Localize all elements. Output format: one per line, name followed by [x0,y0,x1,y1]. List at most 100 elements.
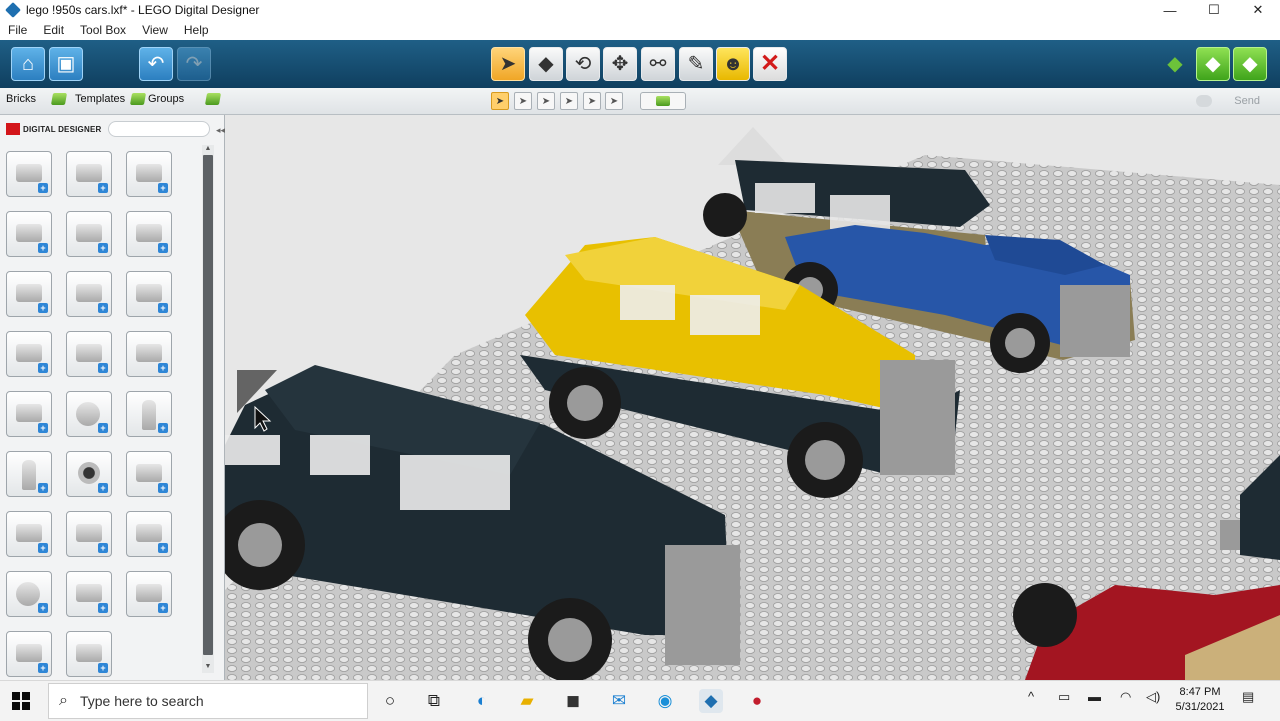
undo-button[interactable]: ↶ [139,47,173,81]
category-technic-gears[interactable]: + [6,571,52,617]
category-bricks[interactable]: + [6,151,52,197]
category-accessories[interactable]: + [66,631,112,677]
category-technic-liftarms[interactable]: + [66,511,112,557]
category-technic-pins[interactable]: + [126,511,172,557]
category-bricks-round[interactable]: + [126,151,172,197]
edge-browser-button[interactable]: ◐ [470,689,494,713]
tab-groups[interactable]: Groups [148,93,222,105]
category-technic-beams[interactable]: + [6,511,52,557]
select-tool-button[interactable]: ➤ [491,47,525,81]
send-button[interactable]: Send [1194,91,1280,111]
menu-file[interactable]: File [0,23,35,37]
shape-select-icon: ➤ [587,95,597,107]
pinned-app-button[interactable]: ◉ [653,689,677,713]
mail-button[interactable]: ✉ [607,689,631,713]
lego-designer-taskbar-button[interactable]: ◆ [699,689,723,713]
task-view-button[interactable]: ⧉ [422,689,446,713]
palette-scrollbar-thumb[interactable] [203,155,213,655]
category-minifig-heads[interactable]: + [66,451,112,497]
category-technic-axles[interactable]: + [126,451,172,497]
category-plates[interactable]: + [6,211,52,257]
gear-icon [16,582,40,606]
home-button[interactable]: ⌂ [11,47,45,81]
red-car-partial[interactable] [1013,583,1280,680]
cortana-button[interactable]: ○ [378,689,402,713]
category-seats[interactable]: + [66,331,112,377]
menu-edit[interactable]: Edit [35,23,72,37]
category-minifigures[interactable]: + [6,451,52,497]
category-bricks-special[interactable]: + [66,151,112,197]
recorder-app-button[interactable]: ● [745,689,769,713]
hinge-align-tool-button[interactable]: ✥ [603,47,637,81]
collapse-palette-icon[interactable]: ◂◂ [216,125,225,136]
show-hidden-icons-chevron-icon[interactable]: ^ [1028,689,1034,704]
tab-templates[interactable]: Templates [75,93,147,105]
expand-plus-icon: + [158,303,168,313]
minimize-button[interactable]: — [1148,0,1192,20]
single-select-button[interactable]: ➤ [491,92,509,110]
invert-select-button[interactable]: ➤ [605,92,623,110]
palette-scrollbar[interactable]: ▲ ▼ [202,145,214,673]
meet-now-icon[interactable]: ▭ [1058,689,1070,705]
store-button[interactable]: ◼ [561,689,585,713]
connected-select-button[interactable]: ➤ [537,92,555,110]
3d-build-canvas[interactable] [225,115,1280,680]
maximize-button[interactable]: ☐ [1192,0,1236,20]
plate-icon [16,224,42,242]
category-wedge-plates[interactable]: + [126,271,172,317]
clone-tool-button[interactable]: ◆ [529,47,563,81]
category-connectors[interactable]: + [6,631,52,677]
battery-icon[interactable]: ▬ [1088,689,1101,704]
technic-axle-icon [136,464,162,482]
flex-icon: ⚯ [649,53,667,75]
redo-button[interactable]: ↷ [177,47,211,81]
volume-icon[interactable]: ◁) [1146,689,1160,705]
taskbar-search[interactable]: ⌕ Type here to search [48,683,368,719]
system-clock[interactable]: 8:47 PM 5/31/2021 [1168,685,1232,715]
cursor-icon: ➤ [495,95,505,107]
build-mode-button[interactable]: ◆ [1160,47,1190,81]
tab-bricks[interactable]: Bricks [6,93,68,105]
tile-icon [136,584,162,602]
start-button[interactable] [12,692,30,710]
category-transparent[interactable]: + [126,331,172,377]
window-titlebar: lego !950s cars.lxf* - LEGO Digital Desi… [0,0,1280,20]
multi-select-button[interactable]: ➤ [514,92,532,110]
category-plates-special[interactable]: + [66,271,112,317]
category-technic-bricks[interactable]: + [6,331,52,377]
file-explorer-button[interactable]: ▰ [515,689,539,713]
category-tiles[interactable]: + [126,571,172,617]
notifications-icon[interactable]: ▤ [1242,689,1254,705]
menu-help[interactable]: Help [176,23,217,37]
scroll-down-arrow-icon[interactable]: ▼ [202,663,214,673]
group-select-button[interactable] [640,92,686,110]
flex-tool-button[interactable]: ⚯ [641,47,675,81]
category-wheels[interactable]: + [66,391,112,437]
arch-icon [16,284,42,302]
category-cylinders[interactable]: + [66,571,112,617]
decoration-tool-button[interactable]: ☻ [716,47,750,81]
search-icon: ⌕ [59,692,68,709]
category-doors-windows[interactable]: + [6,391,52,437]
category-tools[interactable]: + [126,391,172,437]
palette-search-input[interactable] [108,121,210,137]
hinge-tool-button[interactable]: ⟲ [566,47,600,81]
save-button[interactable]: ▣ [49,47,83,81]
category-slopes[interactable]: + [66,211,112,257]
category-arches[interactable]: + [6,271,52,317]
building-guide-button[interactable]: ◆ [1233,47,1267,81]
wifi-icon[interactable]: ◠ [1120,689,1131,705]
cloud-icon [1196,95,1213,107]
delete-tool-button[interactable]: ✕ [753,47,787,81]
expand-plus-icon: + [98,543,108,553]
scroll-up-arrow-icon[interactable]: ▲ [202,145,214,155]
category-slopes-curved[interactable]: + [126,211,172,257]
expand-plus-icon: + [38,543,48,553]
close-button[interactable]: ✕ [1236,0,1280,20]
shape-select-button[interactable]: ➤ [583,92,601,110]
menu-view[interactable]: View [134,23,176,37]
menu-toolbox[interactable]: Tool Box [72,23,134,37]
view-mode-button[interactable]: ◆ [1196,47,1230,81]
color-select-button[interactable]: ➤ [560,92,578,110]
paint-tool-button[interactable]: ✎ [679,47,713,81]
